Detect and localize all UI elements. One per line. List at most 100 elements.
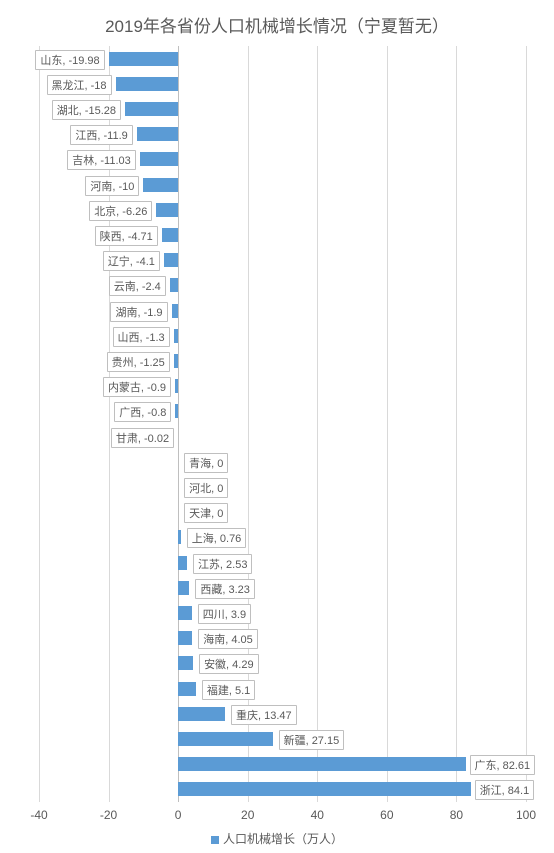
bar-row: 广东, 82.61 bbox=[39, 757, 526, 771]
bar-row: 新疆, 27.15 bbox=[39, 732, 526, 746]
bar bbox=[178, 757, 465, 771]
bar bbox=[178, 556, 187, 570]
data-label: 青海, 0 bbox=[184, 453, 228, 473]
data-label: 山东, -19.98 bbox=[35, 50, 104, 70]
bar-row: 浙江, 84.1 bbox=[39, 782, 526, 796]
data-label: 云南, -2.4 bbox=[109, 276, 166, 296]
data-label: 北京, -6.26 bbox=[89, 201, 152, 221]
bar bbox=[174, 354, 178, 368]
data-label: 甘肃, -0.02 bbox=[111, 428, 174, 448]
legend-swatch bbox=[211, 836, 219, 844]
bar-row: 陕西, -4.71 bbox=[39, 228, 526, 242]
bar-row: 四川, 3.9 bbox=[39, 606, 526, 620]
x-tick-label: 40 bbox=[311, 808, 324, 822]
data-label: 广西, -0.8 bbox=[114, 402, 171, 422]
data-label: 西藏, 3.23 bbox=[195, 579, 255, 599]
bar-row: 河南, -10 bbox=[39, 178, 526, 192]
bar-row: 山西, -1.3 bbox=[39, 329, 526, 343]
data-label: 湖南, -1.9 bbox=[110, 302, 167, 322]
bar bbox=[178, 581, 189, 595]
bar bbox=[164, 253, 178, 267]
bar-row: 福建, 5.1 bbox=[39, 682, 526, 696]
data-label: 河南, -10 bbox=[85, 176, 139, 196]
data-label: 浙江, 84.1 bbox=[475, 780, 535, 800]
data-label: 江苏, 2.53 bbox=[193, 554, 253, 574]
data-label: 上海, 0.76 bbox=[187, 528, 247, 548]
data-label: 湖北, -15.28 bbox=[52, 100, 121, 120]
bar-row: 北京, -6.26 bbox=[39, 203, 526, 217]
data-label: 天津, 0 bbox=[184, 503, 228, 523]
bar bbox=[162, 228, 178, 242]
bar-row: 山东, -19.98 bbox=[39, 52, 526, 66]
bar bbox=[174, 329, 179, 343]
data-label: 黑龙江, -18 bbox=[47, 75, 112, 95]
bar-row: 江苏, 2.53 bbox=[39, 556, 526, 570]
bar-row: 青海, 0 bbox=[39, 455, 526, 469]
chart-container: 2019年各省份人口机械增长情况（宁夏暂无） -40 -20 0 20 40 60 80 10… bbox=[0, 0, 554, 853]
data-label: 贵州, -1.25 bbox=[107, 352, 170, 372]
legend: 人口机械增长（万人） bbox=[0, 830, 554, 847]
bar bbox=[143, 178, 178, 192]
bar-row: 上海, 0.76 bbox=[39, 530, 526, 544]
bar-row: 黑龙江, -18 bbox=[39, 77, 526, 91]
data-label: 内蒙古, -0.9 bbox=[103, 377, 171, 397]
data-label: 陕西, -4.71 bbox=[95, 226, 158, 246]
bar-row: 海南, 4.05 bbox=[39, 631, 526, 645]
bar-row: 贵州, -1.25 bbox=[39, 354, 526, 368]
bar bbox=[178, 707, 225, 721]
bar-row: 西藏, 3.23 bbox=[39, 581, 526, 595]
bar bbox=[178, 782, 471, 796]
chart-title: 2019年各省份人口机械增长情况（宁夏暂无） bbox=[0, 0, 554, 37]
bar-row: 云南, -2.4 bbox=[39, 278, 526, 292]
bar-row: 安徽, 4.29 bbox=[39, 656, 526, 670]
bar bbox=[178, 606, 192, 620]
bar bbox=[156, 203, 178, 217]
bar bbox=[137, 127, 178, 141]
bar bbox=[109, 52, 179, 66]
bar-row: 天津, 0 bbox=[39, 505, 526, 519]
bar-row: 内蒙古, -0.9 bbox=[39, 379, 526, 393]
plot-area: -40-20020406080100山东, -19.98黑龙江, -18湖北, … bbox=[39, 46, 526, 802]
x-tick-label: 60 bbox=[380, 808, 393, 822]
data-label: 安徽, 4.29 bbox=[199, 654, 259, 674]
data-label: 新疆, 27.15 bbox=[279, 730, 345, 750]
bar bbox=[178, 530, 181, 544]
bar-row: 湖北, -15.28 bbox=[39, 102, 526, 116]
data-label: 四川, 3.9 bbox=[198, 604, 251, 624]
bar bbox=[178, 682, 196, 696]
x-tick-label: 20 bbox=[241, 808, 254, 822]
x-tick-label: 100 bbox=[516, 808, 536, 822]
bar bbox=[140, 152, 178, 166]
bar-row: 河北, 0 bbox=[39, 480, 526, 494]
bar-row: 吉林, -11.03 bbox=[39, 152, 526, 166]
bar bbox=[175, 404, 178, 418]
data-label: 广东, 82.61 bbox=[470, 755, 536, 775]
bar bbox=[125, 102, 178, 116]
x-tick-label: 0 bbox=[175, 808, 182, 822]
data-label: 山西, -1.3 bbox=[113, 327, 170, 347]
bar bbox=[116, 77, 179, 91]
bar bbox=[172, 304, 179, 318]
data-label: 河北, 0 bbox=[184, 478, 228, 498]
data-label: 辽宁, -4.1 bbox=[103, 251, 160, 271]
bar-row: 广西, -0.8 bbox=[39, 404, 526, 418]
bar bbox=[170, 278, 178, 292]
bar bbox=[178, 631, 192, 645]
data-label: 吉林, -11.03 bbox=[67, 150, 136, 170]
data-label: 江西, -11.9 bbox=[70, 125, 132, 145]
data-label: 福建, 5.1 bbox=[202, 680, 255, 700]
bar-row: 重庆, 13.47 bbox=[39, 707, 526, 721]
x-tick-label: -40 bbox=[30, 808, 47, 822]
data-label: 重庆, 13.47 bbox=[231, 705, 297, 725]
bar bbox=[178, 656, 193, 670]
bar bbox=[175, 379, 178, 393]
bar-row: 江西, -11.9 bbox=[39, 127, 526, 141]
bar-row: 甘肃, -0.02 bbox=[39, 430, 526, 444]
bar-row: 湖南, -1.9 bbox=[39, 304, 526, 318]
x-tick-label: 80 bbox=[450, 808, 463, 822]
x-tick-label: -20 bbox=[100, 808, 117, 822]
legend-label: 人口机械增长（万人） bbox=[223, 832, 343, 846]
gridline bbox=[526, 46, 527, 802]
bar bbox=[178, 732, 272, 746]
bar-row: 辽宁, -4.1 bbox=[39, 253, 526, 267]
